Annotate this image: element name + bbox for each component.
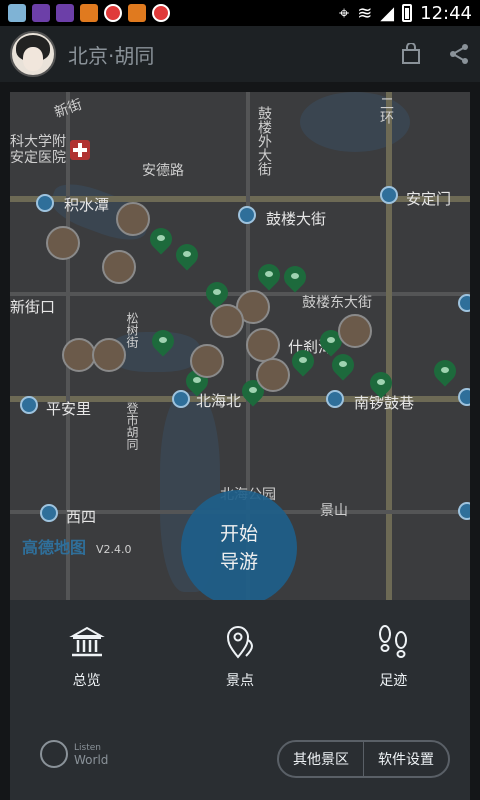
map-label-jingshan: 景山 <box>320 503 348 519</box>
notification-icon <box>128 4 146 22</box>
start-tour-button[interactable]: 开始 导游 <box>181 490 297 606</box>
notification-icon <box>104 4 122 22</box>
scenic-spot-pin[interactable] <box>152 330 174 358</box>
subway-icon <box>36 194 54 212</box>
map-label-xisi: 西四 <box>66 508 97 526</box>
nav-footprints[interactable]: 足迹 <box>343 624 443 690</box>
photo-spot-marker[interactable] <box>116 202 150 236</box>
road <box>386 92 392 602</box>
logo-line2: World <box>74 753 109 767</box>
nav-overview[interactable]: 总览 <box>37 624 137 690</box>
footprints-icon <box>379 625 408 658</box>
subway-icon <box>20 396 38 414</box>
map-pin-icon <box>226 626 253 659</box>
map-label-xinjiekou: 新街口 <box>10 298 56 316</box>
subway-icon <box>40 504 58 522</box>
museum-icon <box>68 626 105 657</box>
map-label-songshu: 松树街 <box>125 312 139 348</box>
notification-icons <box>8 4 170 22</box>
scenic-spot-pin[interactable] <box>150 228 172 256</box>
photo-spot-marker[interactable] <box>102 250 136 284</box>
subway-icon <box>458 502 470 520</box>
map-label-jishuitan: 积水潭 <box>64 196 110 214</box>
avatar[interactable] <box>10 31 56 77</box>
map-label-andelu: 安德路 <box>142 163 184 179</box>
battery-icon <box>402 4 413 22</box>
other-scenic-areas-button[interactable]: 其他景区 <box>279 742 363 776</box>
listen-world-logo: Listen World <box>40 740 108 768</box>
map-label-andingmen: 安定门 <box>406 190 452 208</box>
shopping-bag-icon[interactable] <box>400 43 422 65</box>
scenic-spot-pin[interactable] <box>176 244 198 272</box>
location-icon: ⌖ <box>339 2 350 24</box>
map-label-gulou-dajie: 鼓楼大街 <box>266 210 327 228</box>
subway-icon <box>238 206 256 224</box>
logo-mark-icon <box>40 740 68 768</box>
nav-label: 足迹 <box>379 673 408 689</box>
photo-spot-marker[interactable] <box>190 344 224 378</box>
map-label-gulou-wai: 鼓楼外大街 <box>256 106 272 176</box>
notification-icon <box>56 4 74 22</box>
subway-icon <box>326 390 344 408</box>
wifi-icon: ≋ <box>357 2 373 24</box>
scenic-spot-pin[interactable] <box>332 354 354 382</box>
scenic-spot-pin[interactable] <box>434 360 456 388</box>
nav-label: 景点 <box>225 673 254 689</box>
clock: 12:44 <box>420 2 472 24</box>
subway-icon <box>380 186 398 204</box>
map-label-pinganli: 平安里 <box>46 400 92 418</box>
nav-label: 总览 <box>72 673 101 689</box>
photo-spot-marker[interactable] <box>246 328 280 362</box>
map-label-denghuishi: 登市胡同 <box>125 402 139 450</box>
notification-icon <box>80 4 98 22</box>
logo-line1: Listen <box>74 743 101 753</box>
map-label-xinjie: 新街 <box>52 96 85 122</box>
app-bar: 北京·胡同 <box>0 26 480 82</box>
status-bar: ⌖ ≋ ◢ 12:44 <box>0 0 480 26</box>
photo-spot-marker[interactable] <box>256 358 290 392</box>
photo-spot-marker[interactable] <box>210 304 244 338</box>
start-tour-line1: 开始 <box>219 523 258 545</box>
start-tour-line2: 导游 <box>219 551 258 573</box>
map-label-erhuan: 二环 <box>378 96 394 124</box>
bottom-actions: 其他景区 软件设置 <box>277 740 450 778</box>
app-settings-button[interactable]: 软件设置 <box>364 742 448 776</box>
scenic-spot-pin[interactable] <box>292 350 314 378</box>
photo-spot-marker[interactable] <box>92 338 126 372</box>
signal-icon: ◢ <box>380 2 395 24</box>
scenic-spot-pin[interactable] <box>370 372 392 400</box>
photo-spot-marker[interactable] <box>46 226 80 260</box>
system-status: ⌖ ≋ ◢ 12:44 <box>339 3 472 24</box>
notification-icon <box>152 4 170 22</box>
map-version: V2.4.0 <box>96 543 132 556</box>
share-icon[interactable] <box>448 43 470 65</box>
nav-spots[interactable]: 景点 <box>190 624 290 690</box>
photo-spot-marker[interactable] <box>62 338 96 372</box>
scenic-spot-pin[interactable] <box>258 264 280 292</box>
bottom-panel: 总览 景点 足迹 Listen World 其他景区 软件设置 <box>10 600 470 800</box>
notification-icon <box>8 4 26 22</box>
avatar-face <box>23 47 43 71</box>
page-title: 北京·胡同 <box>68 43 155 68</box>
map-label-gulou-dong: 鼓楼东大街 <box>302 295 372 311</box>
photo-spot-marker[interactable] <box>338 314 372 348</box>
amap-logo: 高德地图 <box>22 538 87 557</box>
notification-icon <box>32 4 50 22</box>
hospital-icon <box>70 140 90 160</box>
bottom-nav: 总览 景点 足迹 <box>10 624 470 690</box>
subway-icon <box>458 294 470 312</box>
subway-icon <box>458 388 470 406</box>
scenic-spot-pin[interactable] <box>284 266 306 294</box>
